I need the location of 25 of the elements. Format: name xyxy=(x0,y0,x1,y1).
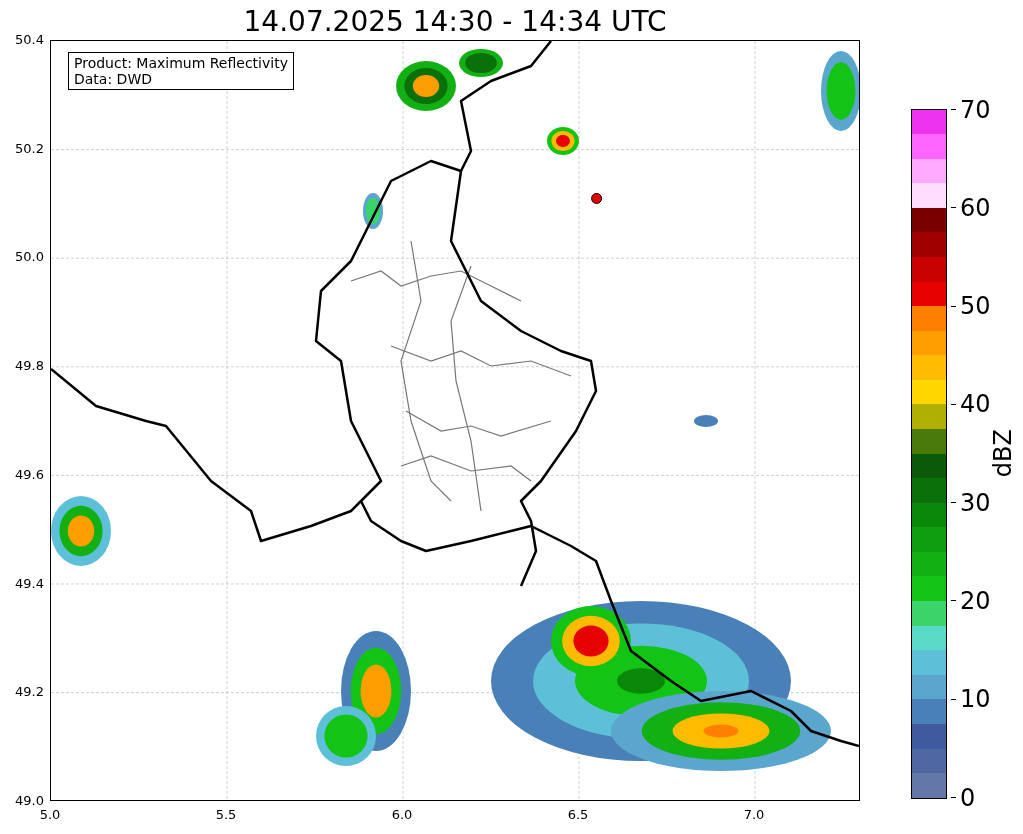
chart-title: 14.07.2025 14:30 - 14:34 UTC xyxy=(242,4,668,40)
colorbar-title: dBZ xyxy=(989,429,1017,478)
latitude-label: 49.6 xyxy=(15,466,45,483)
colorbar-label: 60 xyxy=(960,194,991,221)
legend-text: Data: DWD xyxy=(74,71,153,87)
longitude-label: 7.0 xyxy=(743,807,765,822)
colorbar-label: 20 xyxy=(960,587,991,614)
latitude-label: 49.4 xyxy=(15,575,45,592)
colorbar-label: 40 xyxy=(960,391,991,418)
colorbar-label: 30 xyxy=(960,489,991,516)
longitude-label: 6.0 xyxy=(391,807,413,822)
longitude-label: 6.5 xyxy=(567,807,589,822)
longitude-label: 5.0 xyxy=(39,807,61,822)
colorbar-label: 70 xyxy=(960,96,991,123)
latitude-label: 50.2 xyxy=(15,140,45,157)
colorbar-label: 50 xyxy=(960,293,991,320)
colorbar-label: 0 xyxy=(960,784,976,811)
latitude-label: 50.4 xyxy=(15,32,45,48)
latitude-label: 49.0 xyxy=(15,792,45,809)
latitude-label: 49.8 xyxy=(15,358,45,375)
colorbar-label: 10 xyxy=(960,686,991,713)
latitude-label: 50.0 xyxy=(15,249,45,266)
longitude-label: 5.5 xyxy=(215,807,237,822)
latitude-label: 49.2 xyxy=(15,684,45,701)
legend-text: Product: Maximum Reflectivity xyxy=(74,55,288,71)
